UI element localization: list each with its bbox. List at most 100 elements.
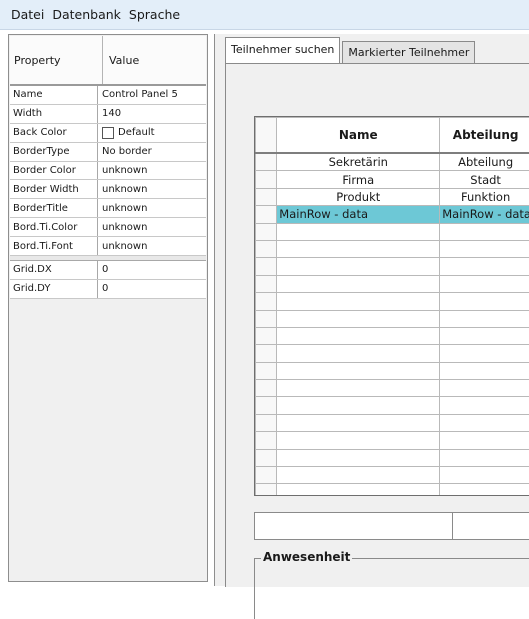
cell-abteilung[interactable] bbox=[440, 432, 529, 449]
participants-grid[interactable]: Name Abteilung SekretärinAbteilungFirmaS… bbox=[254, 116, 529, 496]
cell-name[interactable] bbox=[277, 484, 440, 496]
table-row[interactable] bbox=[256, 223, 529, 240]
table-row[interactable] bbox=[256, 467, 529, 484]
cell-name[interactable] bbox=[277, 223, 440, 240]
cell-abteilung[interactable] bbox=[440, 449, 529, 466]
column-header-name[interactable]: Name bbox=[277, 118, 440, 154]
row-header[interactable] bbox=[256, 275, 277, 292]
property-value[interactable]: 0 bbox=[98, 264, 108, 275]
row-header[interactable] bbox=[256, 153, 277, 171]
row-header[interactable] bbox=[256, 188, 277, 205]
property-row[interactable]: Width140 bbox=[10, 105, 206, 124]
cell-name[interactable]: MainRow - data bbox=[277, 206, 440, 223]
table-row[interactable] bbox=[256, 275, 529, 292]
property-column-header[interactable]: Property bbox=[10, 36, 103, 84]
table-row[interactable] bbox=[256, 240, 529, 257]
property-row[interactable]: Grid.DX0 bbox=[10, 261, 206, 280]
cell-name[interactable]: Firma bbox=[277, 171, 440, 188]
property-value[interactable]: 140 bbox=[98, 108, 121, 119]
property-value[interactable]: unknown bbox=[98, 222, 147, 233]
table-row[interactable] bbox=[256, 258, 529, 275]
table-row[interactable] bbox=[256, 293, 529, 310]
cell-name[interactable] bbox=[277, 345, 440, 362]
cell-abteilung[interactable] bbox=[440, 293, 529, 310]
table-row[interactable] bbox=[256, 414, 529, 431]
property-value[interactable]: No border bbox=[98, 146, 152, 157]
cell-name[interactable] bbox=[277, 397, 440, 414]
row-header[interactable] bbox=[256, 414, 277, 431]
property-row[interactable]: BorderTitleunknown bbox=[10, 199, 206, 218]
table-row[interactable] bbox=[256, 327, 529, 344]
cell-name[interactable] bbox=[277, 432, 440, 449]
cell-abteilung[interactable] bbox=[440, 310, 529, 327]
property-row[interactable]: BorderTypeNo border bbox=[10, 143, 206, 162]
property-value[interactable]: unknown bbox=[98, 241, 147, 252]
cell-name[interactable] bbox=[277, 362, 440, 379]
column-header-abteilung[interactable]: Abteilung bbox=[440, 118, 529, 154]
cell-name[interactable] bbox=[277, 449, 440, 466]
cell-name[interactable] bbox=[277, 467, 440, 484]
menu-datenbank[interactable]: Datenbank bbox=[51, 5, 122, 24]
property-value[interactable]: Control Panel 5 bbox=[98, 89, 178, 100]
property-row[interactable]: Bord.Ti.Colorunknown bbox=[10, 218, 206, 237]
menu-sprache[interactable]: Sprache bbox=[128, 5, 181, 24]
property-row[interactable]: Bord.Ti.Fontunknown bbox=[10, 237, 206, 256]
cell-abteilung[interactable] bbox=[440, 380, 529, 397]
property-value[interactable]: unknown bbox=[98, 165, 147, 176]
row-header[interactable] bbox=[256, 310, 277, 327]
property-value[interactable]: unknown bbox=[98, 203, 147, 214]
cell-abteilung[interactable] bbox=[440, 240, 529, 257]
table-row[interactable]: SekretärinAbteilung bbox=[256, 153, 529, 171]
cell-name[interactable] bbox=[277, 258, 440, 275]
row-header[interactable] bbox=[256, 380, 277, 397]
table-row[interactable] bbox=[256, 380, 529, 397]
row-header[interactable] bbox=[256, 206, 277, 223]
table-row[interactable] bbox=[256, 449, 529, 466]
value-column-header[interactable]: Value bbox=[103, 36, 139, 84]
table-row[interactable] bbox=[256, 310, 529, 327]
row-header[interactable] bbox=[256, 327, 277, 344]
cell-abteilung[interactable] bbox=[440, 414, 529, 431]
table-row[interactable]: FirmaStadt bbox=[256, 171, 529, 188]
table-row[interactable]: ProduktFunktion bbox=[256, 188, 529, 205]
cell-name[interactable] bbox=[277, 327, 440, 344]
row-header-corner[interactable] bbox=[256, 118, 277, 154]
property-row[interactable]: NameControl Panel 5 bbox=[10, 86, 206, 105]
property-row[interactable]: Grid.DY0 bbox=[10, 280, 206, 299]
cell-abteilung[interactable]: MainRow - data bbox=[440, 206, 529, 223]
property-value[interactable]: Default bbox=[98, 127, 155, 139]
table-row[interactable] bbox=[256, 432, 529, 449]
tab-teilnehmer-suchen[interactable]: Teilnehmer suchen bbox=[225, 37, 340, 63]
cell-abteilung[interactable] bbox=[440, 275, 529, 292]
tab-markierter-teilnehmer[interactable]: Markierter Teilnehmer bbox=[342, 41, 475, 63]
cell-name[interactable] bbox=[277, 310, 440, 327]
cell-name[interactable] bbox=[277, 275, 440, 292]
table-row[interactable]: MainRow - dataMainRow - data bbox=[256, 206, 529, 223]
cell-name[interactable]: Produkt bbox=[277, 188, 440, 205]
row-header[interactable] bbox=[256, 293, 277, 310]
filter-input-name[interactable] bbox=[279, 513, 453, 539]
row-header[interactable] bbox=[256, 449, 277, 466]
row-header[interactable] bbox=[256, 432, 277, 449]
color-swatch[interactable] bbox=[102, 127, 114, 139]
cell-abteilung[interactable]: Funktion bbox=[440, 188, 529, 205]
table-row[interactable] bbox=[256, 362, 529, 379]
cell-abteilung[interactable]: Abteilung bbox=[440, 153, 529, 171]
row-header[interactable] bbox=[256, 345, 277, 362]
property-value[interactable]: unknown bbox=[98, 184, 147, 195]
cell-abteilung[interactable] bbox=[440, 397, 529, 414]
filter-input-abteilung[interactable] bbox=[453, 513, 529, 539]
row-header[interactable] bbox=[256, 484, 277, 496]
cell-name[interactable] bbox=[277, 380, 440, 397]
cell-abteilung[interactable] bbox=[440, 484, 529, 496]
row-header[interactable] bbox=[256, 240, 277, 257]
table-row[interactable] bbox=[256, 345, 529, 362]
cell-abteilung[interactable] bbox=[440, 467, 529, 484]
cell-abteilung[interactable] bbox=[440, 327, 529, 344]
cell-abteilung[interactable] bbox=[440, 362, 529, 379]
row-header[interactable] bbox=[256, 467, 277, 484]
cell-name[interactable] bbox=[277, 293, 440, 310]
row-header[interactable] bbox=[256, 258, 277, 275]
row-header[interactable] bbox=[256, 223, 277, 240]
row-header[interactable] bbox=[256, 171, 277, 188]
